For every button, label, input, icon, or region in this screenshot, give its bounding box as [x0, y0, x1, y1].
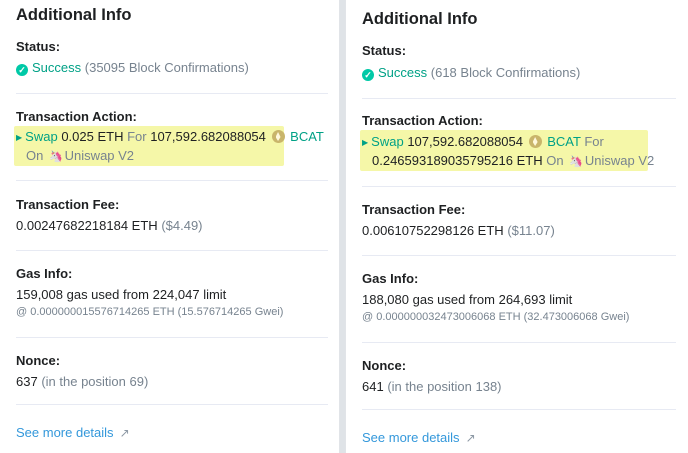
- separator: [16, 250, 328, 251]
- nonce-position: (in the position 69): [41, 374, 149, 389]
- action-line-1: ▶ Swap 107,592.682088054 BCAT For: [362, 134, 604, 149]
- status-label: Status:: [362, 43, 407, 58]
- nonce-value: 641: [362, 379, 384, 394]
- check-circle-icon: ✓: [16, 64, 28, 76]
- fee-row: 0.00610752298126 ETH ($11.07): [362, 223, 555, 238]
- status-value: Success: [378, 65, 428, 80]
- fee-usd: ($4.49): [161, 218, 203, 233]
- uniswap-icon: 🦄: [48, 151, 63, 163]
- separator: [362, 342, 676, 343]
- separator: [16, 337, 328, 338]
- caret-right-icon: ▶: [362, 138, 369, 147]
- separator: [16, 180, 328, 181]
- nonce-row: 637 (in the position 69): [16, 374, 148, 389]
- action-dex[interactable]: Uniswap V2: [585, 153, 654, 168]
- action-amount-in: 0.025 ETH: [61, 129, 124, 144]
- action-swap[interactable]: Swap: [371, 134, 404, 149]
- gas-price: @ 0.000000032473006068 ETH (32.473006068…: [362, 311, 630, 323]
- action-amount-in: 107,592.682088054: [407, 134, 523, 149]
- status-value: Success: [32, 60, 82, 75]
- action-line-1: ▶ Swap 0.025 ETH For 107,592.682088054 BC…: [16, 129, 324, 144]
- status-row: ✓ Success (35095 Block Confirmations): [16, 60, 249, 76]
- action-for: For: [127, 129, 147, 144]
- action-swap[interactable]: Swap: [25, 129, 58, 144]
- see-more-label: See more details: [362, 430, 460, 445]
- action-on: On: [26, 148, 44, 163]
- separator: [362, 186, 676, 187]
- action-label: Transaction Action:: [16, 109, 137, 124]
- fee-usd: ($11.07): [507, 223, 555, 238]
- fee-row: 0.00247682218184 ETH ($4.49): [16, 218, 203, 233]
- external-link-icon: ↗: [119, 426, 130, 440]
- gas-used: 159,008 gas used from 224,047 limit: [16, 287, 227, 302]
- nonce-position: (in the position 138): [387, 379, 502, 394]
- fee-value: 0.00247682218184 ETH: [16, 218, 158, 233]
- status-row: ✓ Success (618 Block Confirmations): [362, 65, 580, 81]
- separator: [362, 98, 676, 99]
- nonce-row: 641 (in the position 138): [362, 379, 502, 394]
- nonce-label: Nonce:: [362, 358, 407, 373]
- action-amount-out: 107,592.682088054: [150, 129, 266, 144]
- gas-used: 188,080 gas used from 264,693 limit: [362, 292, 573, 307]
- action-line-2: 0.246593189035795216 ETH On 🦄 Uniswap V2: [372, 153, 654, 168]
- block-confirmations: (618 Block Confirmations): [430, 65, 581, 80]
- nonce-label: Nonce:: [16, 353, 61, 368]
- fee-value: 0.00610752298126 ETH: [362, 223, 504, 238]
- action-for: For: [584, 134, 604, 149]
- left-panel: Additional Info Status: ✓ Success (35095 …: [0, 0, 340, 453]
- fee-label: Transaction Fee:: [16, 197, 120, 212]
- action-amount-out: 0.246593189035795216 ETH: [372, 153, 543, 168]
- gas-label: Gas Info:: [16, 266, 73, 281]
- uniswap-icon: 🦄: [569, 156, 583, 168]
- action-label: Transaction Action:: [362, 113, 483, 128]
- external-link-icon: ↗: [465, 431, 476, 445]
- action-token-link[interactable]: BCAT: [290, 129, 324, 144]
- action-line-2: On 🦄 Uniswap V2: [26, 148, 134, 163]
- bcat-token-icon: [528, 135, 542, 148]
- check-circle-icon: ✓: [362, 69, 374, 81]
- gas-label: Gas Info:: [362, 271, 419, 286]
- action-token-link[interactable]: BCAT: [547, 134, 580, 149]
- separator: [16, 93, 328, 94]
- see-more-details-link[interactable]: See more details ↗: [362, 430, 476, 445]
- panel-title: Additional Info: [16, 6, 132, 24]
- bcat-token-icon: [271, 130, 285, 143]
- gas-price: @ 0.000000015576714265 ETH (15.576714265…: [16, 306, 284, 318]
- separator: [362, 409, 676, 410]
- action-on: On: [546, 153, 564, 168]
- status-label: Status:: [16, 39, 61, 54]
- action-dex[interactable]: Uniswap V2: [65, 148, 134, 163]
- fee-label: Transaction Fee:: [362, 202, 466, 217]
- separator: [16, 404, 328, 405]
- see-more-label: See more details: [16, 425, 114, 440]
- panel-title: Additional Info: [362, 10, 478, 28]
- block-confirmations: (35095 Block Confirmations): [84, 60, 249, 75]
- nonce-value: 637: [16, 374, 38, 389]
- right-panel: Additional Info Status: ✓ Success (618 Bl…: [345, 0, 688, 453]
- separator: [362, 255, 676, 256]
- caret-right-icon: ▶: [16, 133, 23, 142]
- see-more-details-link[interactable]: See more details ↗: [16, 425, 130, 440]
